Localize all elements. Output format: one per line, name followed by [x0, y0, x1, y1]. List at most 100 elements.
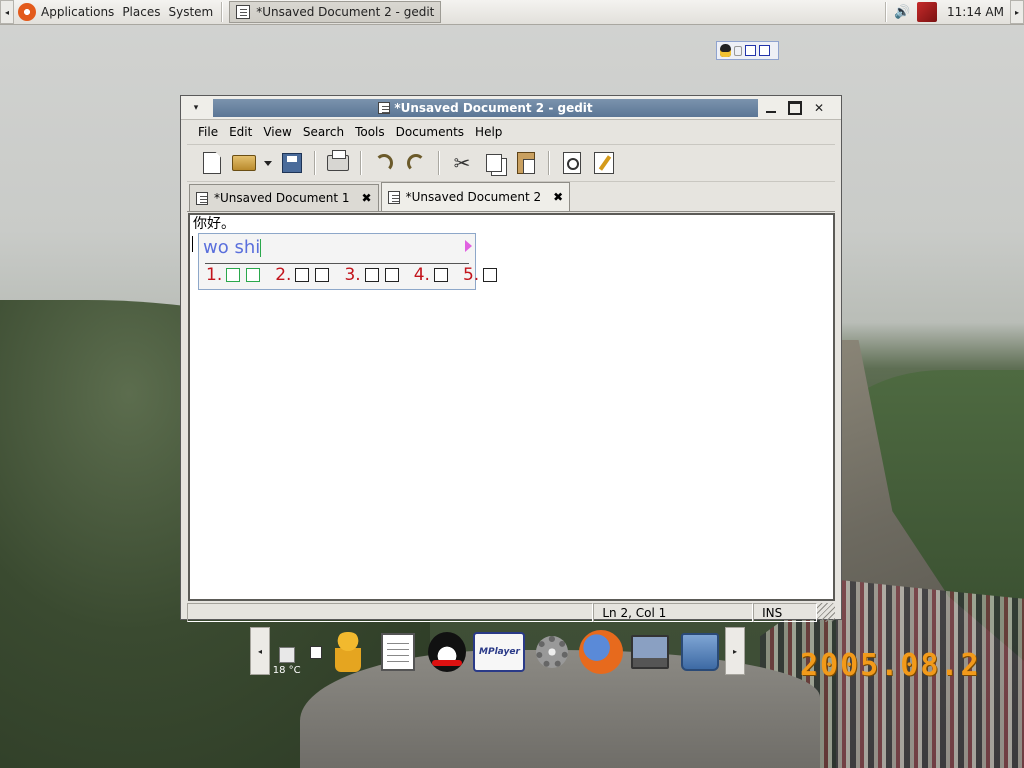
close-button[interactable]: ✕	[808, 98, 830, 118]
save-icon	[282, 153, 302, 173]
dock-scroll-right-button[interactable]: ▸	[725, 627, 745, 675]
tab-unsaved-document-2[interactable]: *Unsaved Document 2 ✖	[380, 182, 571, 211]
find-replace-button[interactable]	[589, 148, 619, 178]
ime-candidate-window: wo shi 1. 2. 3. 4. 5.	[198, 233, 498, 290]
panel-scroll-left-button[interactable]: ◂	[0, 0, 14, 24]
chevron-down-icon	[264, 160, 272, 166]
maximize-button[interactable]	[784, 98, 806, 118]
firefox-launcher[interactable]	[578, 628, 625, 676]
candidate-number: 3.	[344, 265, 361, 285]
missing-glyph-box	[295, 268, 310, 282]
candidate-number: 2.	[275, 265, 292, 285]
ime-mode-icon[interactable]	[745, 45, 756, 56]
ime-punctuation-icon[interactable]	[759, 45, 770, 56]
document-icon	[196, 191, 208, 205]
ime-preedit-text: wo shi	[203, 237, 262, 258]
toolbar-separator	[438, 151, 440, 175]
missing-glyph-box	[364, 268, 379, 282]
undo-button[interactable]	[369, 148, 399, 178]
tab-unsaved-document-1[interactable]: *Unsaved Document 1 ✖	[189, 184, 379, 211]
menu-documents[interactable]: Documents	[392, 125, 468, 139]
weather-temperature: 18 °C	[272, 665, 301, 676]
open-recent-dropdown-button[interactable]	[261, 148, 275, 178]
ime-candidate-2[interactable]: 2.	[275, 265, 332, 285]
logout-icon[interactable]	[917, 2, 938, 22]
ime-divider	[205, 263, 469, 264]
window-title: *Unsaved Document 2 - gedit	[394, 100, 593, 115]
minimize-button[interactable]	[760, 98, 782, 118]
menu-search[interactable]: Search	[299, 125, 348, 139]
open-button[interactable]	[229, 148, 259, 178]
qq-launcher[interactable]	[423, 628, 470, 676]
paste-button[interactable]	[511, 148, 541, 178]
tab-label: *Unsaved Document 2	[405, 190, 542, 204]
ime-candidate-3[interactable]: 3.	[344, 265, 401, 285]
window-title-area[interactable]: *Unsaved Document 2 - gedit	[213, 98, 758, 117]
new-document-icon	[203, 152, 221, 174]
settings-launcher[interactable]	[529, 628, 576, 676]
notepad-launcher[interactable]	[374, 628, 421, 676]
resize-grip[interactable]	[817, 603, 835, 622]
taskbar-button-gedit[interactable]: *Unsaved Document 2 - gedit	[229, 1, 442, 23]
top-panel: ◂ Applications Places System *Unsaved Do…	[0, 0, 1024, 25]
toolbar-separator	[314, 151, 316, 175]
weather-icon	[278, 647, 295, 663]
window-titlebar[interactable]: ▾ *Unsaved Document 2 - gedit ✕	[181, 96, 841, 120]
insert-mode-indicator: INS	[753, 603, 818, 622]
save-button[interactable]	[277, 148, 307, 178]
redo-button[interactable]	[401, 148, 431, 178]
tab-close-icon[interactable]: ✖	[362, 191, 372, 205]
missing-glyph-box	[483, 268, 498, 282]
note-launcher[interactable]	[305, 628, 323, 676]
ime-candidate-4[interactable]: 4.	[414, 265, 451, 285]
ime-preedit-value: wo shi	[203, 237, 261, 258]
dock: 18 °C MPlayer	[270, 626, 725, 678]
missing-glyph-box	[384, 268, 399, 282]
status-message	[187, 603, 594, 622]
ime-candidate-1[interactable]: 1.	[206, 265, 263, 285]
new-button[interactable]	[197, 148, 227, 178]
menu-help[interactable]: Help	[471, 125, 506, 139]
ubuntu-logo-icon	[18, 3, 36, 21]
toolbar-separator	[548, 151, 550, 175]
applications-menu[interactable]: Applications	[14, 0, 118, 24]
copy-button[interactable]	[479, 148, 509, 178]
tab-close-icon[interactable]: ✖	[553, 190, 563, 204]
clock[interactable]: 11:14 AM	[941, 5, 1010, 19]
menu-tools[interactable]: Tools	[351, 125, 389, 139]
trash-launcher[interactable]	[676, 628, 723, 676]
print-button[interactable]	[323, 148, 353, 178]
computer-icon	[631, 635, 670, 669]
menu-edit[interactable]: Edit	[225, 125, 256, 139]
ime-next-page-icon[interactable]	[465, 240, 472, 252]
find-button[interactable]	[557, 148, 587, 178]
panel-scroll-right-button[interactable]: ▸	[1010, 0, 1024, 24]
system-menu[interactable]: System	[164, 0, 217, 24]
candidate-number: 1.	[206, 265, 223, 285]
open-folder-icon	[232, 155, 256, 171]
tab-label: *Unsaved Document 1	[214, 191, 350, 205]
input-method-indicator[interactable]	[716, 41, 779, 60]
places-menu[interactable]: Places	[118, 0, 164, 24]
ime-lock-icon[interactable]	[734, 45, 742, 56]
ime-candidate-5[interactable]: 5.	[463, 265, 500, 285]
editor-line-1: 你好。	[193, 216, 235, 232]
dock-scroll-left-button[interactable]: ◂	[250, 627, 270, 675]
computer-launcher[interactable]	[627, 628, 674, 676]
text-editor[interactable]: 你好。 wo shi 1. 2. 3. 4. 5.	[188, 213, 835, 601]
mplayer-launcher[interactable]: MPlayer	[472, 628, 527, 676]
applications-menu-label: Applications	[41, 5, 115, 19]
missing-glyph-box	[315, 268, 330, 282]
volume-icon[interactable]: 🔊	[891, 1, 913, 23]
menu-view[interactable]: View	[259, 125, 295, 139]
settings-gear-icon	[536, 636, 569, 668]
menu-file[interactable]: File	[194, 125, 222, 139]
weather-applet[interactable]: 18 °C	[270, 628, 303, 676]
ime-penguin-icon[interactable]	[720, 44, 731, 57]
notepad-icon	[380, 633, 415, 671]
figure-launcher[interactable]	[325, 628, 372, 676]
cut-button[interactable]: ✂	[447, 148, 477, 178]
window-menu-button[interactable]: ▾	[181, 103, 211, 113]
ime-candidate-list: 1. 2. 3. 4. 5.	[206, 265, 512, 285]
photo-date-stamp: 2005.08.2	[800, 648, 981, 683]
